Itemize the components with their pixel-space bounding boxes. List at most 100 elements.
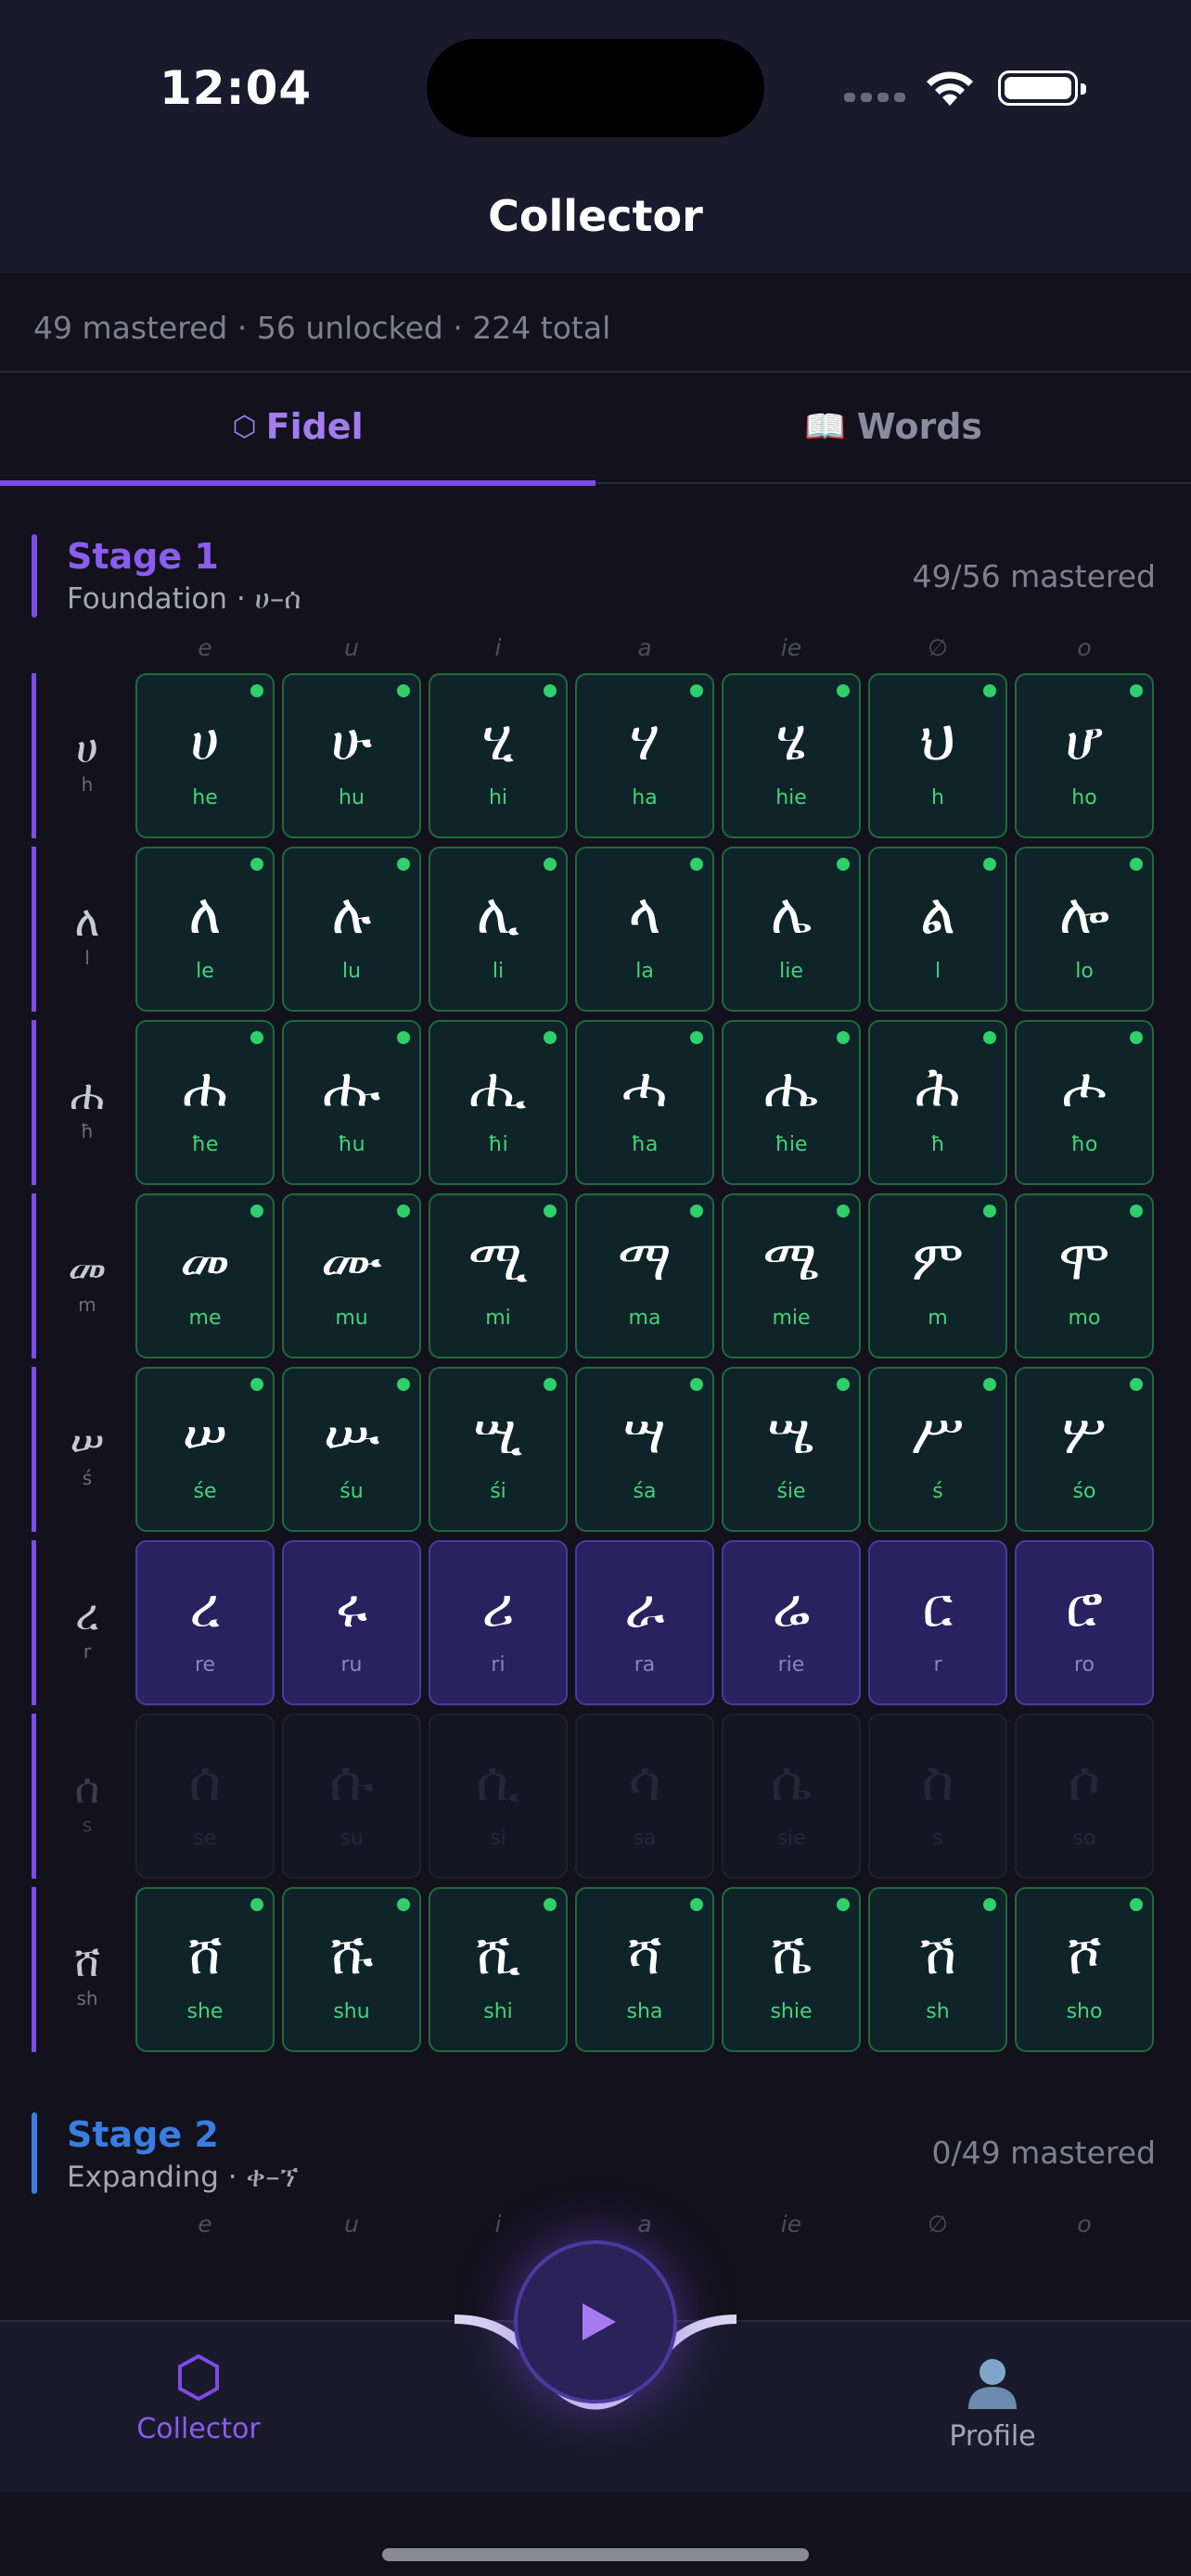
fidel-card[interactable]: ሦ śo bbox=[1015, 1367, 1154, 1532]
person-icon bbox=[968, 2359, 1017, 2409]
fidel-card[interactable]: ሖ ħo bbox=[1015, 1020, 1154, 1185]
fidel-translit: su bbox=[339, 1827, 364, 1850]
fidel-card[interactable]: ሂ hi bbox=[429, 673, 568, 838]
fidel-card[interactable]: ሠ śe bbox=[135, 1367, 275, 1532]
tab-fidel[interactable]: ⬡ Fidel bbox=[0, 373, 596, 480]
fidel-card[interactable]: ሡ śu bbox=[282, 1367, 421, 1532]
fidel-translit: sho bbox=[1066, 2000, 1103, 2023]
fidel-card[interactable]: ሚ mi bbox=[429, 1193, 568, 1358]
home-indicator[interactable] bbox=[382, 2548, 809, 2561]
fidel-card[interactable]: ለ le bbox=[135, 847, 275, 1012]
fidel-translit: lo bbox=[1075, 960, 1094, 983]
fidel-glyph: ሶ bbox=[1068, 1749, 1101, 1814]
fidel-card[interactable]: ሃ ha bbox=[575, 673, 714, 838]
fidel-glyph: መ bbox=[179, 1229, 231, 1294]
fidel-translit: śi bbox=[490, 1480, 506, 1503]
fidel-card[interactable]: ሁ hu bbox=[282, 673, 421, 838]
fidel-card[interactable]: ሪ ri bbox=[429, 1540, 568, 1705]
fidel-card[interactable]: ሹ shu bbox=[282, 1887, 421, 2052]
fidel-card[interactable]: ሤ śie bbox=[722, 1367, 861, 1532]
fidel-glyph: ሤ bbox=[767, 1402, 815, 1467]
fidel-card[interactable]: ሥś bbox=[868, 1367, 1007, 1532]
fidel-card[interactable]: ሽ sh bbox=[868, 1887, 1007, 2052]
mastered-dot bbox=[1130, 1378, 1143, 1391]
fidel-card[interactable]: ሮ ro bbox=[1015, 1540, 1154, 1705]
fidel-translit: le bbox=[196, 960, 214, 983]
fidel-card[interactable]: ላ la bbox=[575, 847, 714, 1012]
fidel-card[interactable]: ህh bbox=[868, 673, 1007, 838]
tab-words[interactable]: 📖 Words bbox=[596, 373, 1191, 480]
row-accent bbox=[32, 673, 36, 838]
fidel-translit: mi bbox=[485, 1307, 511, 1330]
fidel-translit: ri bbox=[491, 1653, 506, 1677]
mastered-dot bbox=[250, 1378, 263, 1391]
play-button[interactable] bbox=[514, 2240, 677, 2404]
fidel-card[interactable]: ሺ shi bbox=[429, 1887, 568, 2052]
fidel-card[interactable]: ስs bbox=[868, 1714, 1007, 1879]
fidel-card[interactable]: ሀ he bbox=[135, 673, 275, 838]
fidel-card[interactable]: ሲ si bbox=[429, 1714, 568, 1879]
fidel-card[interactable]: ማ ma bbox=[575, 1193, 714, 1358]
nav-collector[interactable]: Collector bbox=[59, 2353, 338, 2445]
stage-1-vowel-header: o bbox=[1077, 634, 1092, 661]
fidel-card[interactable]: ሎ lo bbox=[1015, 847, 1154, 1012]
stage-2-vowel-header: i bbox=[494, 2211, 502, 2238]
fidel-card[interactable]: ልl bbox=[868, 847, 1007, 1012]
fidel-card[interactable]: ሄ hie bbox=[722, 673, 861, 838]
fidel-card[interactable]: ራ ra bbox=[575, 1540, 714, 1705]
fidel-card[interactable]: ርr bbox=[868, 1540, 1007, 1705]
fidel-card[interactable]: ሣ śa bbox=[575, 1367, 714, 1532]
fidel-card[interactable]: ሕħ bbox=[868, 1020, 1007, 1185]
stage-2-vowel-header: ie bbox=[780, 2211, 802, 2238]
fidel-card[interactable]: ምm bbox=[868, 1193, 1007, 1358]
fidel-glyph: ሩ bbox=[335, 1575, 368, 1640]
fidel-card[interactable]: ሴ sie bbox=[722, 1714, 861, 1879]
fidel-translit: m bbox=[928, 1307, 948, 1330]
fidel-card[interactable]: ሜ mie bbox=[722, 1193, 861, 1358]
fidel-translit: lie bbox=[779, 960, 803, 983]
fidel-card[interactable]: ሻ sha bbox=[575, 1887, 714, 2052]
fidel-card[interactable]: ሶ so bbox=[1015, 1714, 1154, 1879]
fidel-translit: śie bbox=[776, 1480, 806, 1503]
fidel-card[interactable]: ሑ ħu bbox=[282, 1020, 421, 1185]
fidel-card[interactable]: ሢ śi bbox=[429, 1367, 568, 1532]
fidel-card[interactable]: ሒ ħi bbox=[429, 1020, 568, 1185]
hexagon-icon bbox=[178, 2353, 219, 2402]
fidel-translit: mu bbox=[335, 1307, 368, 1330]
fidel-card[interactable]: ሩ ru bbox=[282, 1540, 421, 1705]
row-accent bbox=[32, 847, 36, 1012]
fidel-card[interactable]: ሙ mu bbox=[282, 1193, 421, 1358]
fidel-translit: mie bbox=[772, 1307, 811, 1330]
row-label: ሀh bbox=[75, 722, 99, 796]
fidel-translit: shi bbox=[483, 2000, 513, 2023]
fidel-card[interactable]: ሐ ħe bbox=[135, 1020, 275, 1185]
fidel-glyph: ር bbox=[922, 1575, 954, 1640]
nav-profile[interactable]: Profile bbox=[853, 2352, 1132, 2453]
row-label: ሠś bbox=[70, 1416, 105, 1489]
row-label: መm bbox=[68, 1243, 107, 1316]
fidel-card[interactable]: ሰ se bbox=[135, 1714, 275, 1879]
fidel-card[interactable]: ሞ mo bbox=[1015, 1193, 1154, 1358]
fidel-card[interactable]: ሉ lu bbox=[282, 847, 421, 1012]
mastered-dot bbox=[690, 1031, 703, 1044]
mastered-dot bbox=[250, 1031, 263, 1044]
fidel-translit: si bbox=[490, 1827, 506, 1850]
fidel-card[interactable]: ረ re bbox=[135, 1540, 275, 1705]
fidel-glyph: ሚ bbox=[467, 1229, 529, 1294]
fidel-card[interactable]: ሬ rie bbox=[722, 1540, 861, 1705]
fidel-card[interactable]: ሼ shie bbox=[722, 1887, 861, 2052]
fidel-card[interactable]: ሸ she bbox=[135, 1887, 275, 2052]
fidel-card[interactable]: ሾ sho bbox=[1015, 1887, 1154, 2052]
fidel-card[interactable]: ሱ su bbox=[282, 1714, 421, 1879]
mastered-dot bbox=[397, 1031, 410, 1044]
fidel-card[interactable]: ሌ lie bbox=[722, 847, 861, 1012]
fidel-card[interactable]: ሊ li bbox=[429, 847, 568, 1012]
fidel-card[interactable]: መ me bbox=[135, 1193, 275, 1358]
fidel-card[interactable]: ሔ ħie bbox=[722, 1020, 861, 1185]
fidel-card[interactable]: ሆ ho bbox=[1015, 673, 1154, 838]
fidel-translit: ś bbox=[932, 1480, 943, 1503]
fidel-card[interactable]: ሳ sa bbox=[575, 1714, 714, 1879]
fidel-card[interactable]: ሓ ħa bbox=[575, 1020, 714, 1185]
mastered-dot bbox=[544, 1031, 557, 1044]
mastered-dot bbox=[250, 1205, 263, 1218]
